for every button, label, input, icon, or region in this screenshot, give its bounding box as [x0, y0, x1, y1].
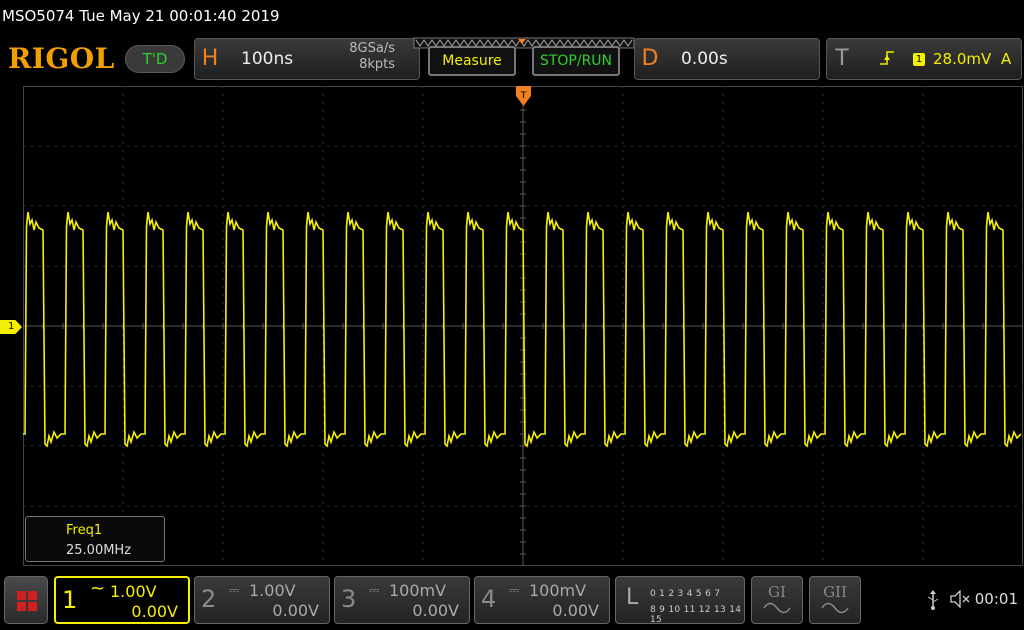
top-toolbar: RIGOL T'D H 100ns 8GSa/s 8kpts Measure S…	[0, 32, 1024, 86]
channel-4-box[interactable]: 4 ⎓ 100mV 0.00V	[474, 576, 610, 624]
delay-panel[interactable]: D 0.00s	[634, 38, 820, 80]
trigger-panel[interactable]: T 1 28.0mV A	[826, 38, 1022, 80]
generator-1-button[interactable]: GI	[751, 576, 803, 624]
channel-scale: 1.00V	[249, 581, 296, 600]
sine-wave-icon	[821, 602, 849, 614]
channel-scale: 100mV	[529, 581, 587, 600]
status-time: 00:01	[974, 590, 1018, 608]
channel-offset: 0.00V	[131, 602, 178, 621]
measurement-value: 25.00MHz	[66, 543, 132, 558]
graticule	[23, 86, 1023, 566]
measurement-label: Freq1	[66, 523, 103, 538]
horizontal-panel[interactable]: H 100ns 8GSa/s 8kpts	[194, 38, 420, 80]
trigger-mode: A	[1001, 50, 1012, 68]
title-bar: MSO5074 Tue May 21 00:01:40 2019	[0, 0, 1024, 32]
channel-offset: 0.00V	[272, 601, 319, 620]
sample-rate: 8GSa/s	[349, 41, 395, 56]
channel-2-box[interactable]: 2 ⎓ 1.00V 0.00V	[194, 576, 330, 624]
horizontal-letter: H	[201, 46, 219, 71]
ac-coupling-icon: ~	[90, 578, 106, 599]
delay-value: 0.00s	[681, 49, 728, 69]
logic-letter: L	[626, 585, 639, 610]
dc-coupling-icon: ⎓	[369, 583, 380, 598]
waveform-display[interactable]	[23, 86, 1023, 566]
timebase-value: 100ns	[241, 49, 294, 69]
channel-number: 1	[62, 586, 78, 614]
generator-2-label: GII	[823, 583, 847, 601]
trigger-position-marker[interactable]: T	[516, 86, 532, 108]
logic-channels-row2: 8 9 10 11 12 13 14 15	[650, 605, 742, 625]
generator-2-button[interactable]: GII	[809, 576, 861, 624]
channel-scale: 1.00V	[110, 582, 157, 601]
channel-offset: 0.00V	[552, 601, 599, 620]
generator-1-label: GI	[768, 583, 786, 601]
channel-number: 3	[341, 585, 357, 613]
trigger-level: 28.0mV	[933, 50, 992, 68]
channel-offset: 0.00V	[412, 601, 459, 620]
dc-coupling-icon: ⎓	[229, 583, 240, 598]
rising-edge-icon	[880, 51, 894, 65]
channel-number: 4	[481, 585, 497, 613]
rigol-logo: RIGOL	[8, 42, 115, 75]
svg-text:T: T	[520, 91, 527, 101]
model-datetime: MSO5074 Tue May 21 00:01:40 2019	[2, 7, 280, 25]
stop-run-button[interactable]: STOP/RUN	[532, 46, 620, 76]
channel1-offset-marker[interactable]: 1	[0, 320, 22, 334]
sine-wave-icon	[763, 602, 791, 614]
channel-number: 2	[201, 585, 217, 613]
trigger-letter: T	[835, 46, 849, 71]
logic-analyzer-box[interactable]: L 0 1 2 3 4 5 6 7 8 9 10 11 12 13 14 15	[615, 576, 745, 625]
grid-menu-icon	[17, 591, 37, 611]
dc-coupling-icon: ⎓	[509, 583, 520, 598]
measure-button[interactable]: Measure	[428, 46, 516, 76]
main-menu-button[interactable]	[4, 576, 48, 624]
speaker-mute-icon[interactable]	[950, 590, 970, 608]
logic-channels-row1: 0 1 2 3 4 5 6 7	[650, 589, 721, 599]
channel1-trace	[23, 211, 1022, 448]
channel-3-box[interactable]: 3 ⎓ 100mV 0.00V	[334, 576, 470, 624]
frequency-measurement[interactable]: Freq1 25.00MHz	[25, 516, 165, 562]
channel-1-box[interactable]: 1 ~ 1.00V 0.00V	[54, 576, 190, 624]
memory-depth: 8kpts	[359, 57, 395, 72]
trigger-source-badge: 1	[913, 53, 925, 66]
trigger-status-badge: T'D	[125, 45, 185, 73]
channel-scale: 100mV	[389, 581, 447, 600]
usb-icon	[927, 590, 939, 610]
bottom-bar: 1 ~ 1.00V 0.00V 2 ⎓ 1.00V 0.00V 3 ⎓ 100m…	[0, 572, 1024, 630]
delay-letter: D	[641, 46, 659, 71]
